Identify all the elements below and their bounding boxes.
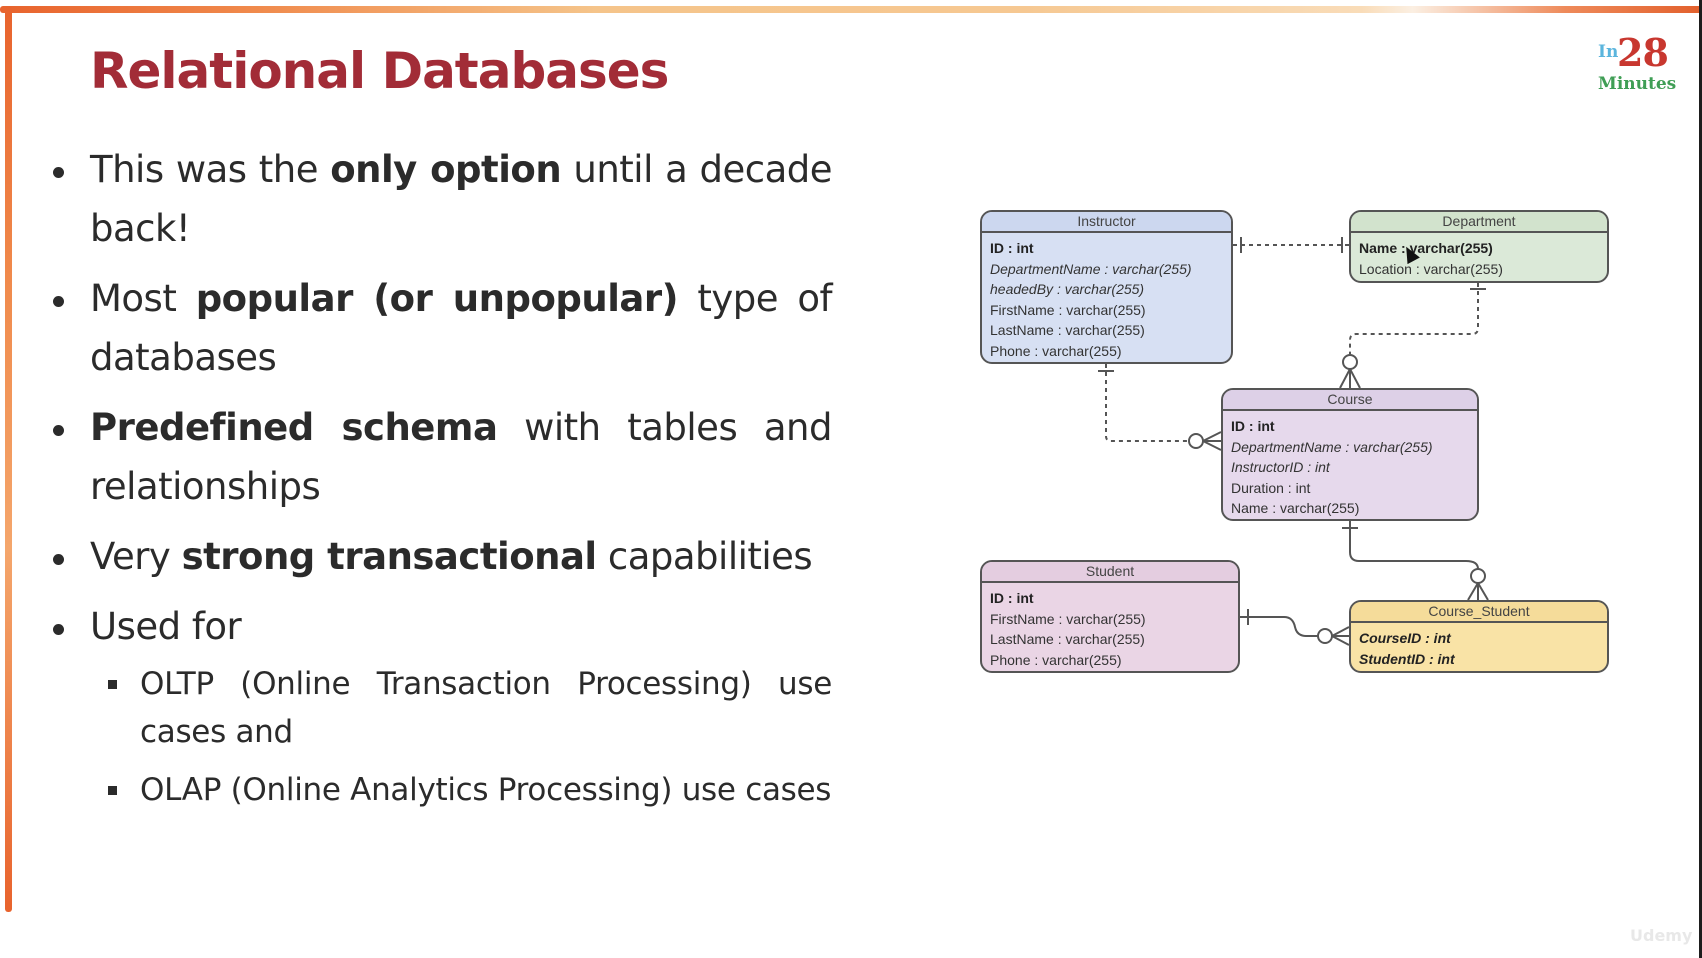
bullet-item: Most popular (or unpopular) type of data… <box>50 269 833 387</box>
bullet-item: This was the only option until a decade … <box>50 140 833 258</box>
relationship-student-coursestudent <box>1240 609 1350 646</box>
entity-title: Course <box>1223 390 1477 411</box>
bullet-text: Most <box>90 277 196 320</box>
bullet-item: Used for <box>50 597 832 656</box>
logo-suffix: Minutes <box>1598 74 1677 94</box>
logo-number: 28 <box>1617 30 1669 75</box>
slide-top-accent-bar <box>0 6 1702 13</box>
bullet-item: Predefined schema with tables and relati… <box>50 398 833 516</box>
sub-bullet-list: OLTP (Online Transaction Processing) use… <box>90 656 832 824</box>
bullet-text: capabilities <box>596 535 813 578</box>
entity-attribute: Name : varchar(255) <box>1359 240 1493 256</box>
bullet-text: Very <box>90 535 182 578</box>
sub-bullet-oltp: OLTP (Online Transaction Processing) use… <box>90 660 832 756</box>
entity-title: Student <box>982 562 1238 583</box>
bullet-item: Very strong transactional capabilities <box>50 527 832 586</box>
bullet-text: This was the <box>90 148 331 191</box>
entity-attribute: Duration : int <box>1231 479 1311 496</box>
entity-title: Instructor <box>982 212 1231 233</box>
entity-attribute: ID : int <box>990 590 1034 606</box>
entity-attribute: FirstName : varchar(255) <box>990 610 1146 627</box>
entity-department[interactable]: Department Name : varchar(255) Location :… <box>1349 210 1609 283</box>
entity-attribute: Phone : varchar(255) <box>990 342 1122 359</box>
entity-attribute: LastName : varchar(255) <box>990 631 1145 647</box>
entity-course[interactable]: Course ID : int DepartmentName : varchar(… <box>1221 388 1479 521</box>
bullet-emphasis: Predefined schema <box>90 406 498 449</box>
entity-instructor[interactable]: Instructor ID : int DepartmentName : varc… <box>980 210 1233 364</box>
entity-attribute: DepartmentName : varchar(255) <box>990 260 1192 277</box>
udemy-watermark: Udemy <box>1630 926 1693 945</box>
entity-title: Department <box>1351 212 1607 233</box>
slide-left-accent-bar <box>5 6 12 912</box>
entity-attribute: Name : varchar(255) <box>1231 500 1360 516</box>
logo-prefix: In <box>1598 42 1619 62</box>
entity-title: Course_Student <box>1351 602 1607 623</box>
in28minutes-logo: In 28 Minutes <box>1598 30 1678 100</box>
slide-title: Relational Databases <box>90 42 669 100</box>
entity-attribute: FirstName : varchar(255) <box>990 301 1146 318</box>
relationship-instructor-course <box>1098 364 1222 451</box>
entity-student[interactable]: Student ID : int FirstName : varchar(255)… <box>980 560 1240 673</box>
relationship-instructor-department <box>1233 237 1349 253</box>
relationship-department-course <box>1339 283 1486 389</box>
bullet-text: Used for <box>90 605 242 648</box>
entity-attribute: Location : varchar(255) <box>1359 260 1503 277</box>
entity-attribute: headedBy : varchar(255) <box>990 281 1145 297</box>
entity-attribute: CourseID : int <box>1359 630 1451 646</box>
entity-attribute: LastName : varchar(255) <box>990 322 1145 338</box>
sub-bullet-olap: OLAP (Online Analytics Processing) use c… <box>90 766 832 814</box>
entity-course-student[interactable]: Course_Student CourseID : int StudentID :… <box>1349 600 1609 673</box>
bullet-list: This was the only option until a decade … <box>50 140 833 667</box>
bullet-emphasis: only option <box>330 148 562 191</box>
bullet-emphasis: strong transactional <box>181 535 598 578</box>
bullet-emphasis: popular (or unpopular) <box>195 277 679 320</box>
entity-attribute: Phone : varchar(255) <box>990 651 1122 668</box>
entity-attribute: ID : int <box>1231 418 1275 434</box>
entity-attribute: ID : int <box>990 240 1034 256</box>
entity-attribute: InstructorID : int <box>1231 459 1330 475</box>
entity-attribute: DepartmentName : varchar(255) <box>1231 438 1433 455</box>
entity-attribute: StudentID : int <box>1359 650 1455 667</box>
relationship-course-coursestudent <box>1342 521 1489 601</box>
